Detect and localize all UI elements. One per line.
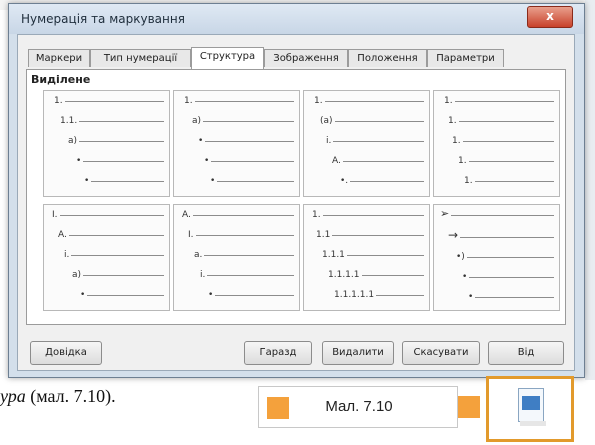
reset-button[interactable]: Від — [488, 341, 564, 365]
tab-graphics[interactable]: Зображення — [264, 49, 348, 67]
tab-bullets[interactable]: Маркери — [28, 49, 90, 67]
preset-7[interactable]: 1. 1.1 1.1.1 1.1.1.1 1.1.1.1.1 — [303, 204, 430, 311]
background-page-right — [585, 0, 595, 380]
tab-numbering-type[interactable]: Тип нумерації — [90, 49, 191, 67]
caption-marker-right — [458, 396, 480, 418]
preset-6[interactable]: A. I. a. i. • — [173, 204, 300, 311]
preset-1[interactable]: 1. 1.1. a) • • — [43, 90, 170, 197]
preset-4[interactable]: 1. 1. 1. 1. 1. — [433, 90, 560, 197]
section-label: Виділене — [31, 73, 91, 86]
outline-panel: Виділене 1. 1.1. a) • • 1. a) • • • 1. (… — [26, 69, 566, 325]
preset-8[interactable]: ➢ → •) • • — [433, 204, 560, 311]
preset-3[interactable]: 1. (a) i. A. •. — [303, 90, 430, 197]
numbering-dialog: Нумерація та маркування x Маркери Тип ну… — [8, 3, 585, 378]
writer-app-icon — [486, 376, 574, 442]
tab-outline[interactable]: Структура — [191, 47, 264, 69]
tab-position[interactable]: Положення — [348, 49, 427, 67]
tab-options[interactable]: Параметри — [427, 49, 504, 67]
body-text: ура (мал. 7.10). — [0, 386, 116, 406]
cancel-button[interactable]: Скасувати — [402, 341, 480, 365]
figure-caption: Мал. 7.10 — [325, 398, 393, 415]
help-button[interactable]: Довідка — [30, 341, 102, 365]
figure-caption-box: Мал. 7.10 — [258, 386, 458, 428]
dialog-title: Нумерація та маркування — [21, 12, 185, 26]
close-button[interactable]: x — [527, 6, 573, 28]
delete-button[interactable]: Видалити — [322, 341, 394, 365]
dialog-titlebar[interactable]: Нумерація та маркування x — [9, 4, 584, 34]
dialog-client: Маркери Тип нумерації Структура Зображен… — [17, 34, 575, 371]
preset-2[interactable]: 1. a) • • • — [173, 90, 300, 197]
ok-button[interactable]: Гаразд — [244, 341, 312, 365]
preset-5[interactable]: I. A. i. a) • — [43, 204, 170, 311]
